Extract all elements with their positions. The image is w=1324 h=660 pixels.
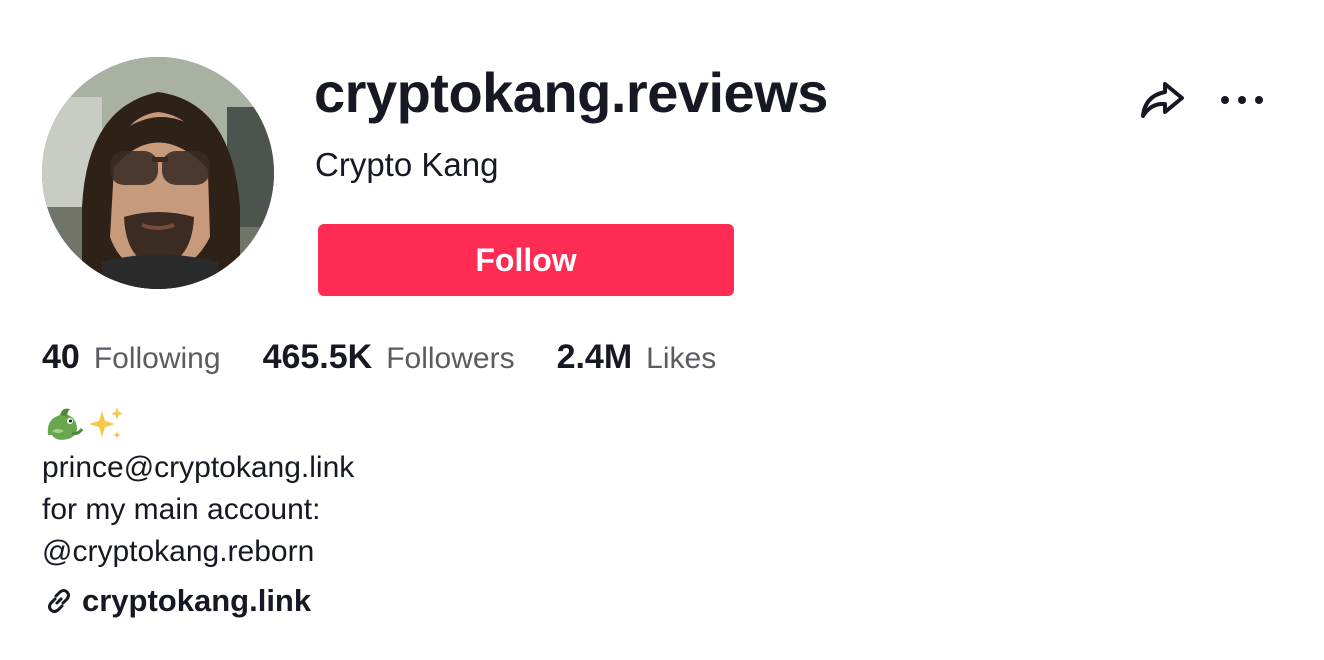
avatar-icon (42, 57, 274, 289)
stat-likes[interactable]: 2.4M Likes (557, 338, 717, 377)
bio-emoji-row (42, 403, 942, 447)
share-button[interactable] (1134, 72, 1190, 128)
link-icon (48, 589, 70, 613)
avatar[interactable] (42, 57, 274, 289)
dragon-emoji (47, 408, 84, 440)
stat-value: 465.5K (262, 338, 373, 376)
stat-label: Followers (386, 342, 515, 375)
stat-value: 40 (42, 338, 80, 376)
sparkles-emoji (89, 407, 123, 439)
display-name: Crypto Kang (315, 146, 499, 183)
stat-label: Following (93, 342, 221, 375)
share-icon (1141, 82, 1184, 118)
follow-button[interactable]: Follow (318, 224, 734, 296)
link-text: cryptokang.link (82, 583, 312, 618)
more-icon (1221, 96, 1263, 104)
bio: prince@cryptokang.link for my main accou… (42, 403, 942, 573)
profile-link[interactable]: cryptokang.link (44, 583, 311, 619)
stat-followers[interactable]: 465.5K Followers (263, 338, 515, 377)
username: cryptokang.reviews (314, 61, 828, 124)
bio-line: @cryptokang.reborn (42, 535, 315, 568)
stat-label: Likes (646, 342, 717, 375)
bio-line: prince@cryptokang.link (42, 451, 355, 484)
stat-following[interactable]: 40 Following (42, 338, 221, 377)
stat-value: 2.4M (556, 338, 633, 376)
more-button[interactable] (1214, 72, 1270, 128)
bio-line: for my main account: (42, 493, 321, 526)
profile-stats: 40 Following 465.5K Followers 2.4M Likes (42, 338, 758, 384)
